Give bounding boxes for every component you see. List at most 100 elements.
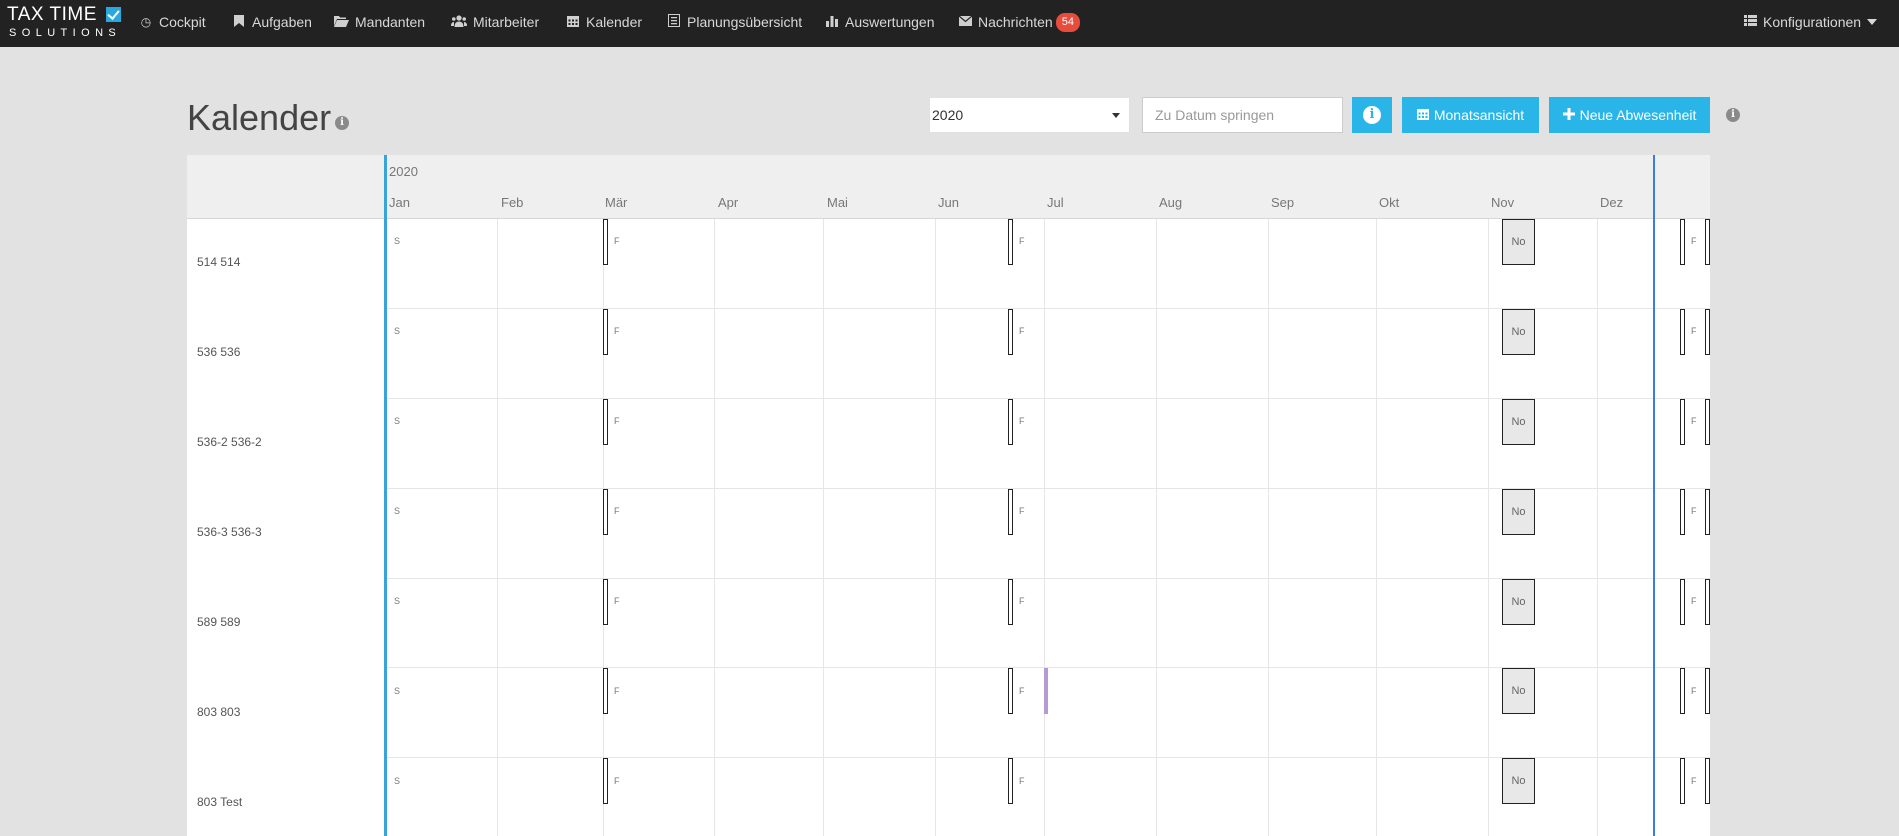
absence-event-label: F (1691, 776, 1697, 786)
new-absence-button[interactable]: Neue Abwesenheit (1549, 97, 1710, 133)
absence-event[interactable] (1705, 668, 1710, 714)
calendar-header: 2020 Jan Feb Mär Apr Mai Jun Jul Aug Sep… (187, 155, 1710, 219)
month-label: Apr (718, 195, 739, 210)
absence-event[interactable] (603, 668, 608, 714)
nav-mitarbeiter[interactable]: Mitarbeiter (451, 0, 539, 44)
new-absence-label: Neue Abwesenheit (1579, 107, 1697, 123)
absence-event[interactable] (603, 399, 608, 445)
nav-planungsuebersicht[interactable]: Planungsübersicht (667, 0, 802, 44)
absence-event[interactable]: S (394, 326, 400, 336)
chevron-down-icon (1867, 19, 1878, 25)
absence-event[interactable] (1008, 489, 1013, 535)
absence-event[interactable] (603, 219, 608, 265)
grid-line (823, 219, 824, 836)
absence-event[interactable]: No (1502, 399, 1535, 445)
nav-planungsuebersicht-label: Planungsübersicht (687, 14, 803, 30)
month-view-button[interactable]: Monatsansicht (1402, 97, 1539, 133)
absence-event-label: F (1019, 776, 1025, 786)
nav-aufgaben[interactable]: Aufgaben (232, 0, 312, 44)
bookmark-icon (232, 14, 246, 30)
absence-event[interactable]: No (1502, 579, 1535, 625)
folder-open-icon (333, 15, 349, 30)
absence-event[interactable] (1705, 489, 1710, 535)
absence-event[interactable]: S (394, 236, 400, 246)
absence-event-label: F (1691, 686, 1697, 696)
grid-line (1597, 219, 1598, 836)
absence-event[interactable] (603, 309, 608, 355)
top-navbar: TAX TIME SOLUTIONS ◷ Cockpit Aufgaben Ma… (0, 0, 1899, 47)
absence-event[interactable] (1680, 219, 1685, 265)
absence-event[interactable]: S (394, 506, 400, 516)
absence-event[interactable] (1705, 309, 1710, 355)
help-icon[interactable]: i (1726, 108, 1740, 122)
info-circle-icon: i (1363, 106, 1381, 124)
absence-event[interactable] (1705, 579, 1710, 625)
calendar-icon (566, 15, 580, 30)
row-divider (187, 578, 1710, 579)
absence-event[interactable]: No (1502, 309, 1535, 355)
absence-event[interactable] (1680, 399, 1685, 445)
absence-event[interactable]: No (1502, 668, 1535, 714)
grid-line (1044, 219, 1045, 836)
row-divider (187, 757, 1710, 758)
absence-event[interactable]: S (394, 596, 400, 606)
nav-cockpit[interactable]: ◷ Cockpit (139, 0, 206, 44)
grid-line (1156, 219, 1157, 836)
resource-name[interactable]: 589 589 (197, 615, 240, 629)
absence-event[interactable] (1044, 668, 1048, 714)
nav-konfigurationen[interactable]: Konfigurationen (1743, 0, 1878, 44)
absence-event[interactable]: S (394, 416, 400, 426)
nav-mandanten[interactable]: Mandanten (333, 0, 425, 44)
absence-event[interactable] (1008, 579, 1013, 625)
absence-event[interactable] (603, 579, 608, 625)
dashboard-icon: ◷ (140, 15, 152, 29)
nav-konfigurationen-label: Konfigurationen (1763, 14, 1862, 30)
nav-auswertungen[interactable]: Auswertungen (825, 0, 935, 44)
absence-event[interactable] (1705, 219, 1710, 265)
absence-event[interactable] (1008, 668, 1013, 714)
absence-event-label: F (1019, 326, 1025, 336)
month-label: Jan (389, 195, 410, 210)
absence-event[interactable] (1008, 219, 1013, 265)
nav-nachrichten[interactable]: Nachrichten 54 (958, 0, 1080, 44)
row-divider (187, 667, 1710, 668)
resource-name[interactable]: 803 803 (197, 705, 240, 719)
row-divider (187, 308, 1710, 309)
absence-event[interactable] (1705, 399, 1710, 445)
resource-name[interactable]: 536-2 536-2 (197, 435, 262, 449)
absence-event[interactable]: No (1502, 489, 1535, 535)
year-select[interactable]: 2020 (929, 97, 1130, 133)
absence-event[interactable]: No (1502, 758, 1535, 804)
absence-event[interactable]: S (394, 776, 400, 786)
message-count-badge: 54 (1055, 12, 1080, 32)
resource-name[interactable]: 803 Test (197, 795, 242, 809)
absence-event[interactable] (603, 489, 608, 535)
absence-event[interactable] (1680, 309, 1685, 355)
absence-event[interactable]: S (394, 686, 400, 696)
resource-name[interactable]: 536 536 (197, 345, 240, 359)
absence-event[interactable]: No (1502, 219, 1535, 265)
absence-event[interactable] (1705, 758, 1710, 804)
absence-event[interactable] (603, 758, 608, 804)
absence-event[interactable] (1008, 309, 1013, 355)
absence-event[interactable] (1680, 758, 1685, 804)
absence-event[interactable] (1680, 579, 1685, 625)
legend-info-button[interactable]: i (1352, 97, 1392, 133)
info-icon[interactable]: i (335, 116, 349, 130)
resource-name[interactable]: 514 514 (197, 255, 240, 269)
bar-chart-icon (825, 15, 839, 30)
users-icon (451, 14, 467, 30)
absence-event[interactable] (1680, 668, 1685, 714)
absence-event[interactable] (1008, 399, 1013, 445)
tax-time-logo[interactable]: TAX TIME SOLUTIONS (7, 5, 121, 39)
logo-check-icon (106, 7, 121, 22)
nav-kalender-label: Kalender (586, 14, 643, 30)
nav-kalender[interactable]: Kalender (566, 0, 642, 44)
absence-event[interactable] (1008, 758, 1013, 804)
absence-event[interactable] (1680, 489, 1685, 535)
resource-name[interactable]: 536-3 536-3 (197, 525, 262, 539)
month-view-label: Monatsansicht (1433, 107, 1525, 123)
jump-to-date-input[interactable] (1142, 97, 1343, 133)
month-label: Okt (1379, 195, 1400, 210)
month-label: Sep (1271, 195, 1295, 210)
